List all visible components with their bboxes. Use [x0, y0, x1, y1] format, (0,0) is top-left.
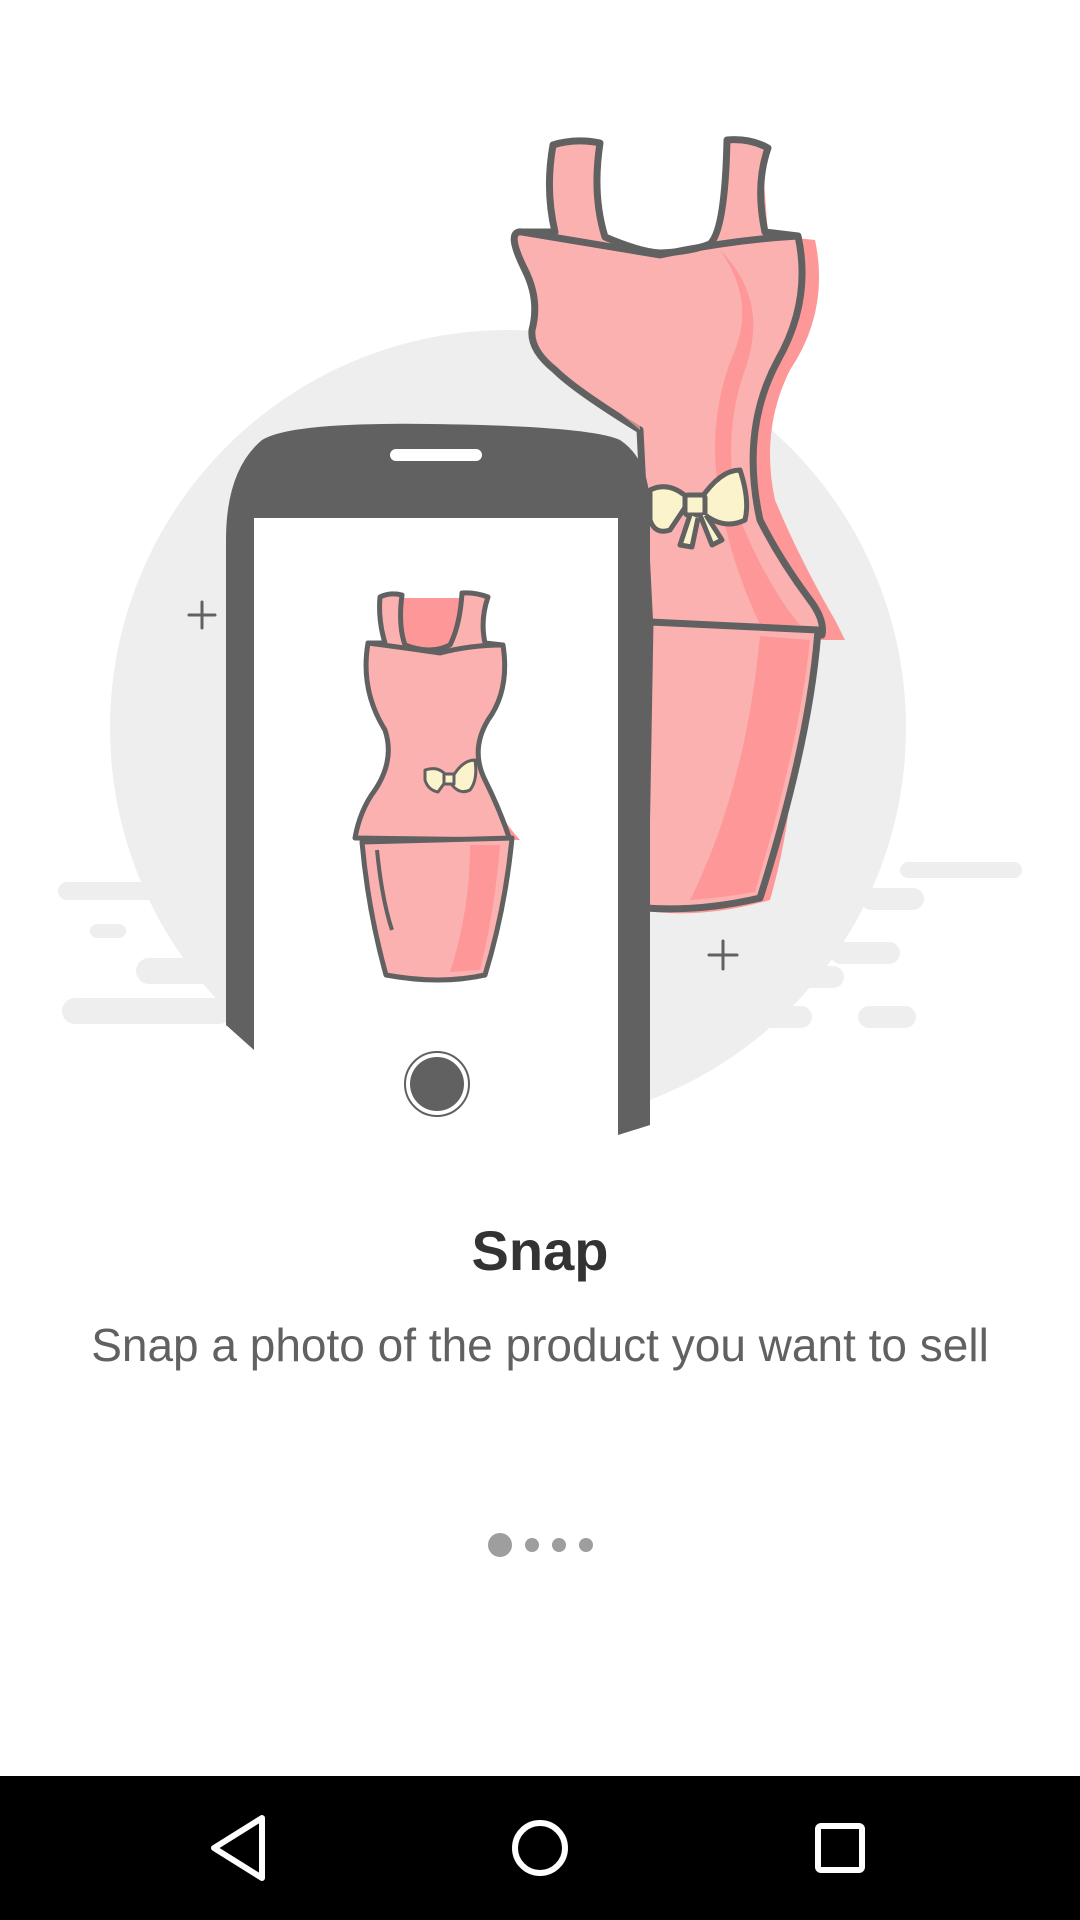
page-indicator-dot[interactable] — [524, 1538, 539, 1552]
phone-snapping-dress-illustration — [58, 136, 1022, 1160]
page-description: Snap a photo of the product you want to … — [91, 1319, 989, 1371]
recents-button[interactable] — [800, 1808, 880, 1888]
recents-square-icon — [815, 1823, 865, 1873]
page-title: Snap — [471, 1219, 609, 1282]
page-indicator-dot[interactable] — [578, 1538, 593, 1552]
back-button[interactable] — [200, 1808, 280, 1888]
page-indicator — [0, 1530, 1080, 1560]
home-button[interactable] — [500, 1808, 580, 1888]
system-navigation-bar — [0, 1776, 1080, 1920]
home-circle-icon — [512, 1820, 568, 1876]
page-indicator-dot[interactable] — [551, 1538, 566, 1552]
phone-speaker — [390, 449, 482, 461]
page-indicator-dot-active[interactable] — [487, 1533, 512, 1557]
back-triangle-icon — [211, 1815, 265, 1881]
